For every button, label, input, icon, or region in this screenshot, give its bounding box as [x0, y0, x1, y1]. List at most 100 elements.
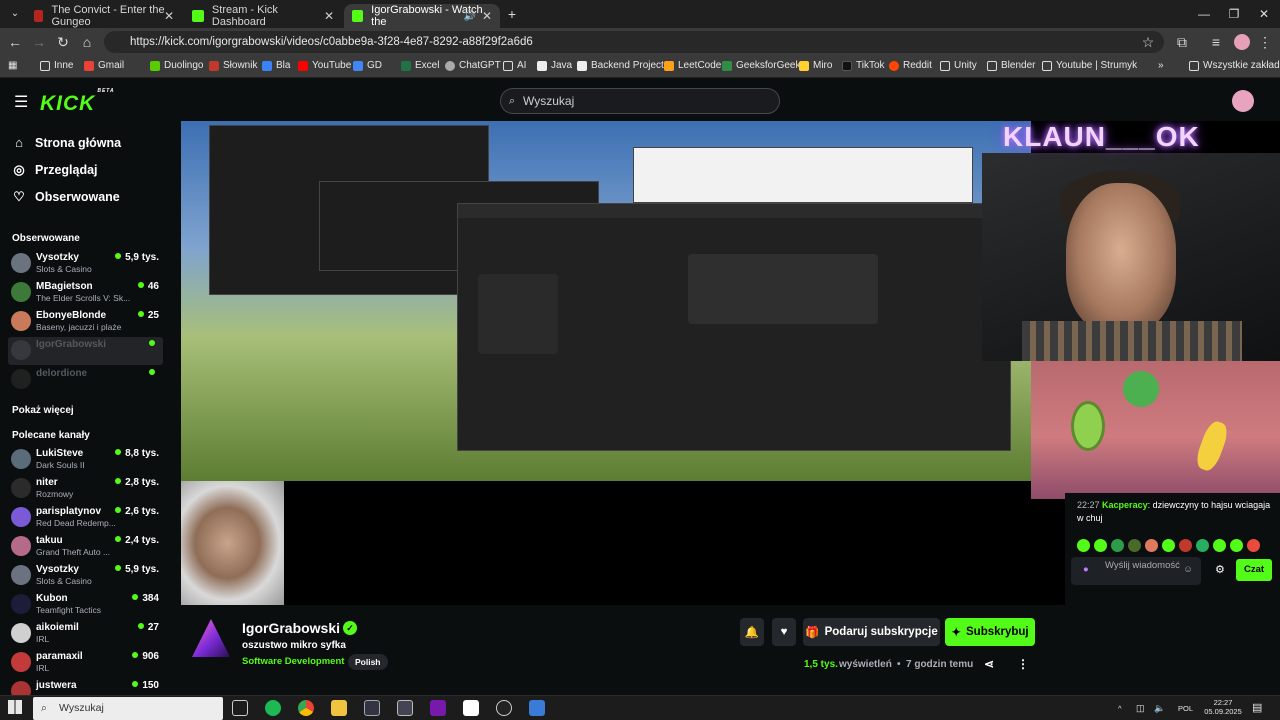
more-bookmarks-icon[interactable]: » — [1158, 60, 1164, 71]
nav-home[interactable]: ⌂ Strona główna — [12, 135, 121, 150]
bookmark-backend-projects[interactable]: Backend Projects — [577, 60, 669, 71]
task-view-icon[interactable] — [232, 700, 248, 716]
language-tag[interactable]: Polish — [348, 654, 388, 670]
chrome-icon[interactable] — [298, 700, 314, 716]
tab-search-icon[interactable]: ⌄ — [6, 5, 24, 23]
chat-send-button[interactable]: Czat — [1236, 559, 1272, 581]
emote-bar[interactable] — [1077, 539, 1277, 570]
sidebar-channel-item[interactable]: Vysotzky Slots & Casino 5,9 tys. — [8, 562, 163, 590]
network-icon[interactable]: ◫ — [1136, 703, 1145, 714]
browser-tab-1[interactable]: The Convict - Enter the Gungeo ✕ — [26, 4, 182, 28]
emote-icon[interactable] — [1247, 539, 1260, 552]
sidebar-channel-item[interactable]: IgorGrabowski — [8, 337, 163, 365]
extensions-icon[interactable]: ⧉ — [1173, 33, 1191, 51]
emote-icon[interactable] — [1230, 539, 1243, 552]
close-tab-icon[interactable]: ✕ — [324, 9, 334, 23]
speaker-icon[interactable]: 🔊 — [464, 11, 476, 22]
sidebar-channel-item[interactable]: aikoiemil IRL 27 — [8, 620, 163, 648]
bookmark-java[interactable]: Java — [537, 60, 572, 71]
bookmark-blender[interactable]: Blender — [987, 60, 1035, 71]
app-icon[interactable] — [397, 700, 413, 716]
emote-icon[interactable] — [1179, 539, 1192, 552]
bookmark-bla[interactable]: Bla — [262, 60, 290, 71]
sidebar-channel-item[interactable]: LukiSteve Dark Souls II 8,8 tys. — [8, 446, 163, 474]
stream-category-link[interactable]: Software Development — [242, 656, 344, 667]
close-tab-icon[interactable]: ✕ — [482, 9, 492, 23]
bell-icon[interactable]: 🔔 — [740, 618, 764, 646]
bookmark-leetcode[interactable]: LeetCode — [664, 60, 721, 71]
share-icon[interactable]: ⋖ — [984, 657, 994, 671]
close-window-icon[interactable]: ✕ — [1241, 0, 1280, 28]
sidebar-channel-item[interactable]: MBagietson The Elder Scrolls V: Sk... 46 — [8, 279, 163, 307]
bookmark-gd[interactable]: GD — [353, 60, 382, 71]
sidebar-channel-item[interactable]: niter Rozmowy 2,8 tys. — [8, 475, 163, 503]
bookmark-youtube[interactable]: YouTube — [298, 60, 351, 71]
kick-logo[interactable]: KICKBETA — [40, 88, 114, 116]
taskbar-search-input[interactable]: ⌕ Wyszukaj — [33, 697, 223, 720]
emote-icon[interactable] — [1145, 539, 1158, 552]
channel-avatar[interactable] — [192, 619, 230, 657]
app-icon[interactable] — [529, 700, 545, 716]
bookmark-tiktok[interactable]: TikTok — [842, 60, 885, 71]
bookmark-youtube-strumyk[interactable]: Youtube | Strumyk — [1042, 60, 1137, 71]
windows-start-icon[interactable] — [8, 700, 22, 714]
unity-hub-icon[interactable] — [364, 700, 380, 716]
menu-icon[interactable]: ⋮ — [1256, 33, 1274, 51]
nav-following[interactable]: ♡ Obserwowane — [12, 189, 120, 205]
home-icon[interactable]: ⌂ — [78, 33, 96, 51]
bookmark-gmail[interactable]: Gmail — [84, 60, 124, 71]
sidebar-channel-item[interactable]: EbonyeBlonde Baseny, jacuzzi i plaże 25 — [8, 308, 163, 336]
media-icon[interactable]: ≡ — [1207, 33, 1225, 51]
reload-icon[interactable]: ↻ — [54, 33, 72, 51]
tray-overflow-icon[interactable]: ^ — [1118, 704, 1122, 713]
obs-icon[interactable] — [496, 700, 512, 716]
emoji-icon[interactable]: ☺ — [1183, 565, 1193, 575]
search-input[interactable]: ⌕ Wyszukaj — [500, 88, 780, 114]
bookmark-miro[interactable]: Miro — [799, 60, 832, 71]
show-more-link[interactable]: Pokaż więcej — [12, 405, 74, 416]
file-explorer-icon[interactable] — [331, 700, 347, 716]
emote-icon[interactable] — [1111, 539, 1124, 552]
bookmark-geeksforgeeks[interactable]: GeeksforGeeks — [722, 60, 805, 71]
notifications-icon[interactable]: ▤ — [1252, 701, 1262, 714]
bookmark-star-icon[interactable]: ☆ — [1139, 33, 1157, 51]
bookmark-chatgpt[interactable]: ChatGPT — [445, 60, 501, 71]
close-tab-icon[interactable]: ✕ — [164, 9, 174, 23]
forward-icon[interactable]: → — [30, 33, 48, 51]
video-player[interactable]: KLAUN___OK 22:27 Kacperacy: dziewczyny t… — [181, 121, 1280, 605]
user-avatar[interactable] — [1232, 90, 1254, 112]
emote-icon[interactable] — [1196, 539, 1209, 552]
bookmark-inne[interactable]: Inne — [40, 60, 73, 71]
emote-icon[interactable] — [1077, 539, 1090, 552]
sidebar-channel-item[interactable]: parisplatynov Red Dead Redemp... 2,6 tys. — [8, 504, 163, 532]
sidebar-channel-item[interactable]: Vysotzky Slots & Casino 5,9 tys. — [8, 250, 163, 278]
clock[interactable]: 22:27 05.09.2025 — [1198, 698, 1248, 716]
sidebar-channel-item[interactable]: takuu Grand Theft Auto ... 2,4 tys. — [8, 533, 163, 561]
bookmark-excel[interactable]: Excel — [401, 60, 439, 71]
apps-icon[interactable]: ▦ — [8, 60, 17, 71]
spotify-icon[interactable] — [265, 700, 281, 716]
bookmark-slownik[interactable]: Słownik — [209, 60, 257, 71]
profile-avatar[interactable] — [1234, 34, 1250, 50]
channel-name[interactable]: IgorGrabowski — [242, 620, 340, 636]
hamburger-menu-icon[interactable]: ☰ — [14, 92, 28, 112]
chat-input[interactable]: ● Wyślij wiadomość ☺ — [1071, 557, 1201, 585]
back-icon[interactable]: ← — [6, 33, 24, 51]
sidebar-channel-item[interactable]: Kubon Teamfight Tactics 384 — [8, 591, 163, 619]
subscribe-button[interactable]: ✦ Subskrybuj — [945, 618, 1035, 646]
bookmark-unity[interactable]: Unity — [940, 60, 977, 71]
browser-tab-2[interactable]: Stream - Kick Dashboard ✕ — [184, 4, 342, 28]
volume-icon[interactable]: 🔈 — [1154, 703, 1165, 714]
gift-subscription-button[interactable]: 🎁 Podaruj subskrypcje — [803, 618, 940, 646]
browser-tab-3-active[interactable]: IgorGrabowski - Watch the 🔊 ✕ — [344, 4, 500, 28]
sidebar-channel-item[interactable]: delordione — [8, 366, 163, 394]
language-indicator[interactable]: POL — [1178, 704, 1193, 713]
emote-icon[interactable] — [1094, 539, 1107, 552]
nav-browse[interactable]: ◎ Przeglądaj — [12, 162, 97, 178]
emote-icon[interactable] — [1162, 539, 1175, 552]
new-tab-button[interactable]: + — [503, 5, 521, 23]
bookmark-duolingo[interactable]: Duolingo — [150, 60, 203, 71]
url-input[interactable]: https://kick.com/igorgrabowski/videos/c0… — [104, 31, 1164, 53]
emote-icon[interactable] — [1213, 539, 1226, 552]
settings-gear-icon[interactable]: ⚙ — [1215, 563, 1225, 576]
